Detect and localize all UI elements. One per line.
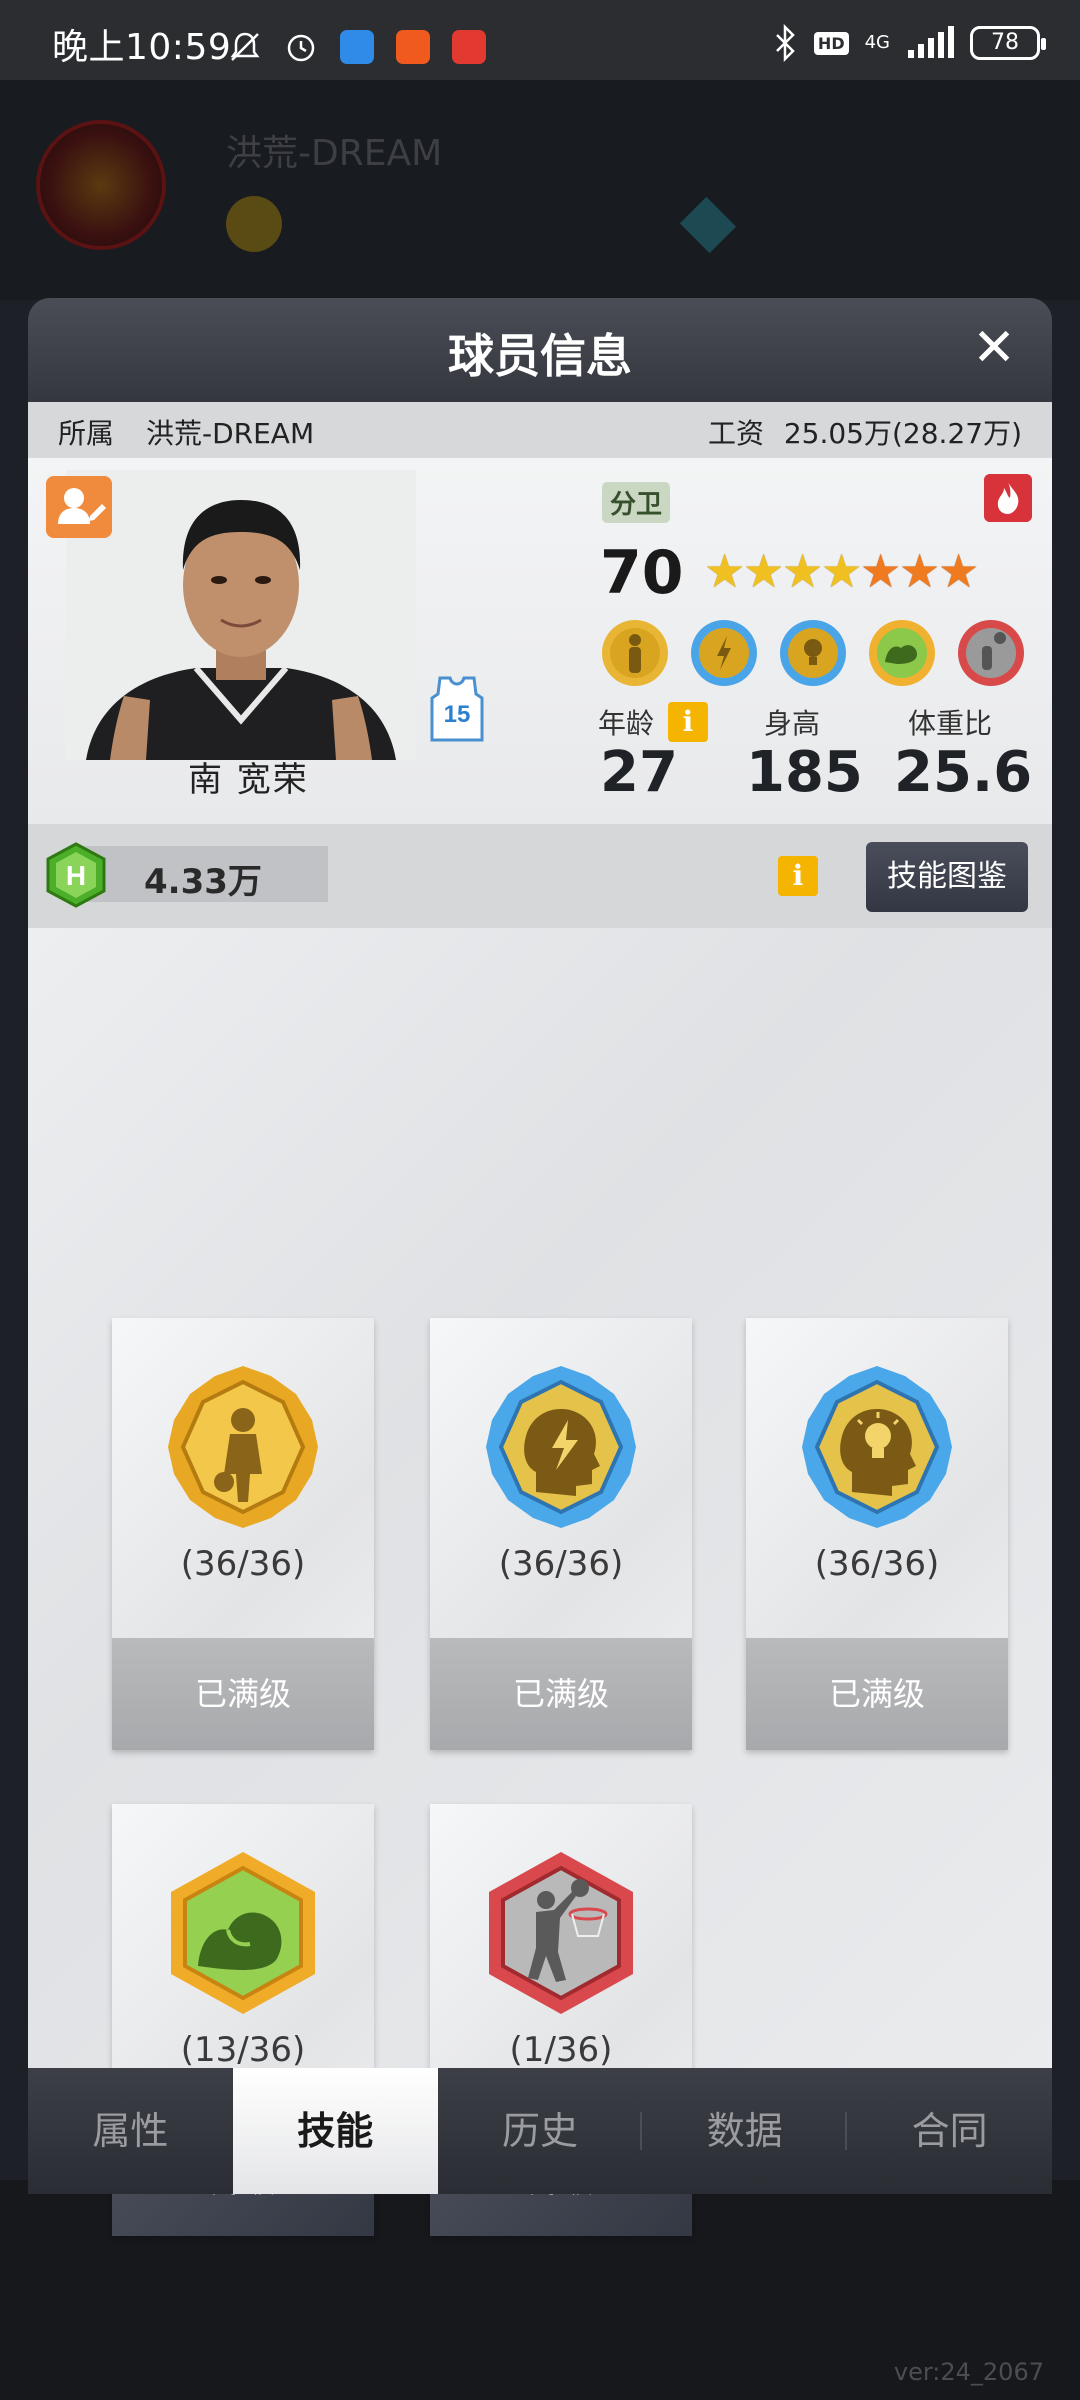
salary-value: 25.05万(28.27万)	[783, 417, 1022, 450]
skill-mini-badges	[600, 618, 1026, 688]
skill-token-bar: H 4.33万 i 技能图鉴	[28, 824, 1052, 928]
skill-progress: (36/36)	[180, 1544, 306, 1584]
height-label: 身高	[764, 707, 821, 740]
tab-label: 数据	[706, 2109, 783, 2153]
star-orange-icon: ★	[938, 544, 980, 598]
tab-bar: 属性 技能 历史 数据 合同	[28, 2068, 1052, 2194]
token-value: 4.33万	[144, 862, 262, 902]
tab-label: 历史	[501, 2109, 578, 2153]
jersey-number: 15	[444, 701, 471, 728]
hexagon-h-icon: H	[46, 842, 106, 908]
tab-skills[interactable]: 技能	[232, 2068, 438, 2194]
player-photo[interactable]	[66, 470, 416, 760]
muscle-arm-icon[interactable]	[867, 618, 937, 688]
star-gold-icon: ★	[782, 544, 824, 598]
position-badge: 分卫	[602, 482, 671, 523]
skill-progress: (36/36)	[498, 1544, 624, 1584]
skill-maxed-button[interactable]: 已满级	[112, 1638, 374, 1750]
skill-maxed-button[interactable]: 已满级	[746, 1638, 1008, 1750]
age-info-icon[interactable]: i	[668, 702, 708, 742]
token-letter: H	[66, 860, 86, 891]
star-gold-icon: ★	[704, 544, 746, 598]
tab-contract[interactable]: 合同	[847, 2068, 1052, 2194]
modal-header: 球员信息 ✕	[28, 298, 1052, 402]
lightbulb-head-icon	[802, 1366, 952, 1528]
edit-player-icon[interactable]	[46, 476, 112, 538]
status-time: 晚上10:59	[52, 27, 232, 68]
app-notification-icon	[452, 30, 486, 64]
player-name: 南 宽荣	[188, 760, 309, 800]
app-notification-icon	[340, 30, 374, 64]
age-value: 27	[600, 740, 678, 805]
muscle-arm-icon	[171, 1852, 315, 2014]
star-orange-icon: ★	[899, 544, 941, 598]
alarm-icon	[287, 34, 315, 62]
team-name: 洪荒-DREAM	[146, 417, 315, 450]
ball-handling-icon[interactable]	[600, 618, 670, 688]
lightbulb-head-icon[interactable]	[778, 618, 848, 688]
age-label: 年龄	[598, 707, 655, 740]
star-orange-icon: ★	[860, 544, 902, 598]
ball-handling-icon	[168, 1366, 318, 1528]
modal-title: 球员信息	[448, 329, 632, 383]
skills-grid: (36/36) 已满级 (36/36) 已满级 (36/36) 已满级 (13/…	[28, 928, 1052, 2236]
skill-card[interactable]: (36/36) 已满级	[746, 1318, 1008, 1750]
coin-icon	[226, 196, 282, 252]
tab-label: 合同	[911, 2109, 988, 2153]
skill-progress: (13/36)	[180, 2030, 306, 2070]
salary-label: 工资	[708, 417, 765, 450]
background-team-name: 洪荒-DREAM	[226, 133, 443, 174]
dunk-icon[interactable]	[956, 618, 1026, 688]
dunk-icon	[489, 1852, 633, 2014]
height-value: 185	[746, 740, 863, 805]
bell-off-icon	[230, 32, 260, 61]
star-gold-icon: ★	[821, 544, 863, 598]
tab-attributes[interactable]: 属性	[28, 2068, 233, 2194]
jersey-icon: 15	[430, 676, 484, 742]
skill-card[interactable]: (36/36) 已满级	[112, 1318, 374, 1750]
team-logo	[36, 120, 166, 250]
app-notification-icon	[396, 30, 430, 64]
status-notification-icons	[228, 30, 486, 64]
star-rating: ★ ★ ★ ★ ★ ★ ★	[704, 544, 980, 598]
battery-indicator: 78	[970, 26, 1046, 60]
skill-progress: (1/36)	[509, 2030, 613, 2070]
lightning-head-icon	[486, 1366, 636, 1528]
tab-label: 技能	[297, 2109, 374, 2153]
skill-guide-button[interactable]: 技能图鉴	[866, 842, 1028, 912]
bluetooth-icon	[776, 24, 795, 62]
player-info-modal: 球员信息 ✕ 所属 洪荒-DREAM 工资 25.05万(28.27万) 15 …	[28, 298, 1052, 2236]
player-rating: 70	[600, 538, 684, 608]
skill-maxed-button[interactable]: 已满级	[430, 1638, 692, 1750]
hd-badge: HD	[813, 31, 849, 55]
fire-icon[interactable]	[984, 474, 1032, 522]
signal-icon	[908, 26, 954, 58]
version-label: ver:24_2067	[893, 2358, 1044, 2386]
team-salary-bar: 所属 洪荒-DREAM 工资 25.05万(28.27万)	[28, 402, 1052, 458]
tab-history[interactable]: 历史	[438, 2068, 643, 2194]
network-label: 4G	[864, 32, 890, 53]
skill-card[interactable]: (36/36) 已满级	[430, 1318, 692, 1750]
tab-label: 属性	[92, 2109, 169, 2153]
weight-ratio-label: 体重比	[908, 707, 993, 740]
tab-data[interactable]: 数据	[642, 2068, 848, 2194]
close-button[interactable]: ✕	[970, 322, 1018, 374]
token-info-icon[interactable]: i	[778, 856, 818, 896]
status-system-icons: HD 4G 78	[772, 24, 1046, 62]
weight-ratio-value: 25.6	[894, 740, 1033, 805]
status-bar: 晚上10:59 HD 4G 78	[0, 0, 1080, 80]
star-gold-icon: ★	[743, 544, 785, 598]
team-label: 所属	[58, 417, 115, 450]
lightning-head-icon[interactable]	[689, 618, 759, 688]
skill-progress: (36/36)	[814, 1544, 940, 1584]
player-section: 15 南 宽荣 分卫 70 ★ ★ ★ ★ ★ ★ ★ 年龄 i 27 身高 1…	[28, 458, 1052, 824]
